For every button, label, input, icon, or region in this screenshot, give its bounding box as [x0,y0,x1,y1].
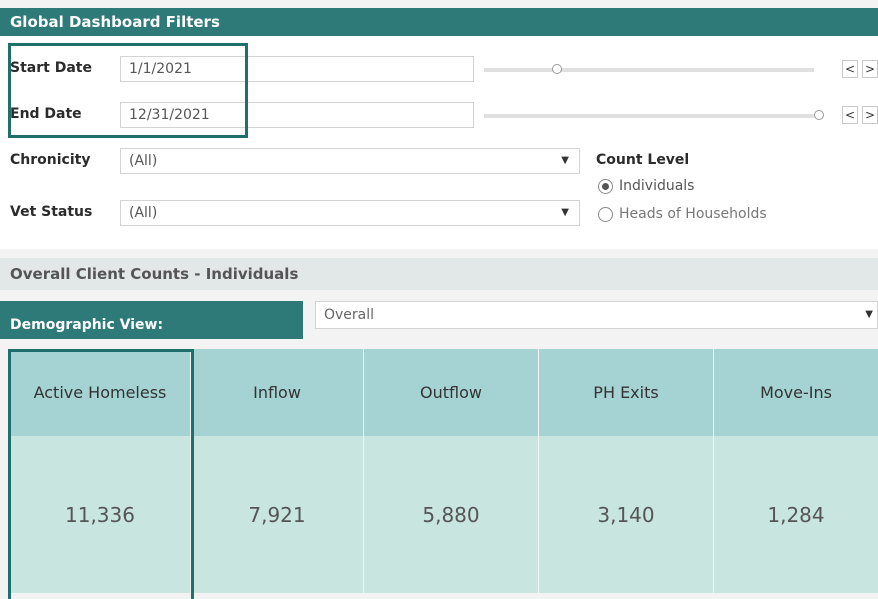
dropdown-arrow-icon: ▼ [865,309,873,320]
next-arrow-icon[interactable]: > [862,106,878,124]
radio-heads-label: Heads of Households [619,206,767,222]
date-filter-highlight [8,43,248,138]
demographic-select[interactable]: Overall ▼ [315,301,878,329]
slider-handle-icon[interactable] [552,64,562,74]
value-ph-exits: 3,140 [539,436,713,593]
chronicity-label: Chronicity [10,152,91,168]
chronicity-value: (All) [129,153,158,169]
dropdown-arrow-icon: ▼ [561,207,569,218]
radio-icon [598,206,613,222]
chronicity-select[interactable]: (All) ▼ [120,148,580,174]
slider-handle-icon[interactable] [814,110,824,120]
col-header-outflow: Outflow [364,349,538,436]
col-header-move-ins: Move-Ins [714,349,878,436]
value-outflow: 5,880 [364,436,538,593]
prev-arrow-icon[interactable]: < [842,106,858,124]
section-title: Overall Client Counts - Individuals [0,258,878,290]
radio-individuals-label: Individuals [619,178,695,194]
count-level-label: Count Level [596,152,690,168]
start-date-slider-track[interactable] [484,68,814,72]
radio-heads-of-households[interactable]: Heads of Households [598,206,767,222]
filters-header: Global Dashboard Filters [0,8,878,36]
value-move-ins: 1,284 [714,436,878,593]
demographic-value: Overall [324,307,375,323]
prev-arrow-icon[interactable]: < [842,60,858,78]
radio-individuals[interactable]: Individuals [598,178,694,194]
vet-status-value: (All) [129,205,158,221]
radio-selected-dot [602,182,609,190]
vet-status-select[interactable]: (All) ▼ [120,200,580,226]
next-arrow-icon[interactable]: > [862,60,878,78]
active-homeless-highlight [8,349,194,599]
value-inflow: 7,921 [191,436,363,593]
dropdown-arrow-icon: ▼ [561,155,569,166]
radio-icon [598,178,613,194]
col-header-ph-exits: PH Exits [539,349,713,436]
col-header-inflow: Inflow [191,349,363,436]
end-date-slider-track[interactable] [484,114,814,118]
demographic-view-label: Demographic View: [0,301,303,339]
vet-status-label: Vet Status [10,204,93,220]
